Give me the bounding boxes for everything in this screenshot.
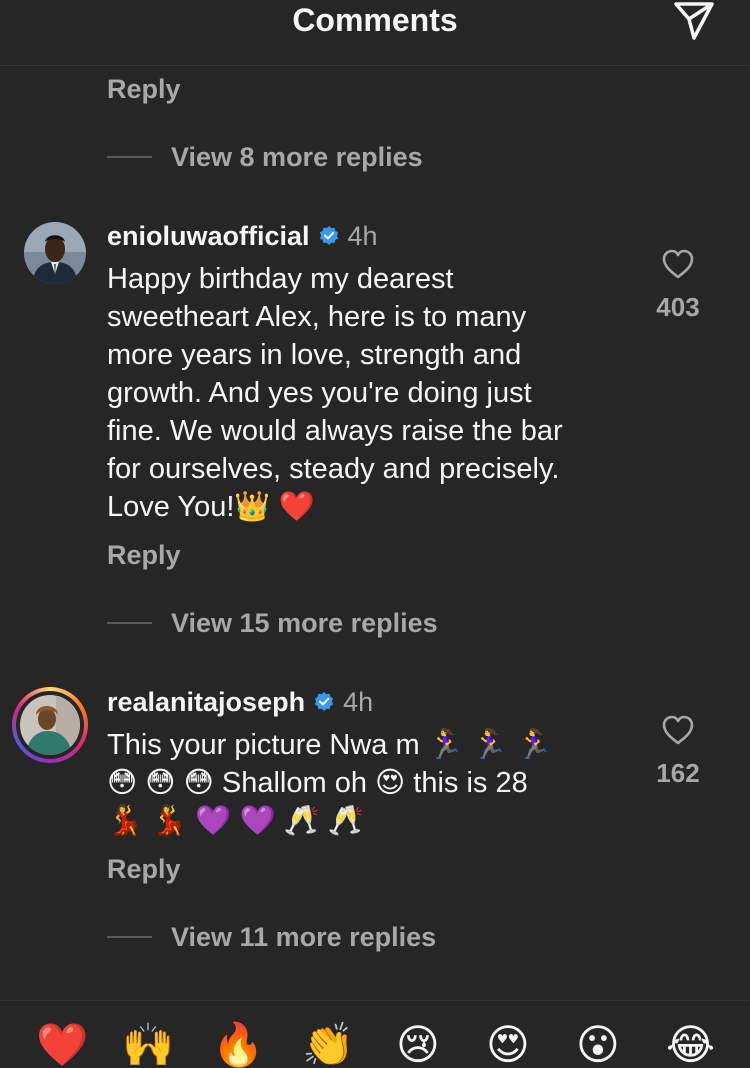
- view-replies-label: View 11 more replies: [171, 921, 437, 952]
- replies-divider: [107, 156, 152, 158]
- comment-text: This your picture Nwa m 🏃‍♀️ 🏃‍♀️ 🏃‍♀️ 😳…: [107, 729, 553, 837]
- comment-time: 4h: [343, 686, 374, 717]
- comment-time: 4h: [347, 220, 378, 251]
- reaction-fire[interactable]: 🔥: [212, 1024, 264, 1066]
- paper-plane-icon[interactable]: [672, 0, 716, 42]
- view-replies-label: View 8 more replies: [171, 141, 423, 172]
- reaction-heart-eyes[interactable]: 😍: [486, 1024, 530, 1066]
- username[interactable]: enioluwaofficial: [107, 221, 310, 252]
- emoji-bar-divider: [0, 1000, 750, 1001]
- view-more-replies[interactable]: View 8 more replies: [107, 140, 423, 174]
- like-count: 162: [656, 758, 700, 788]
- avatar: [20, 695, 80, 755]
- heart-icon[interactable]: [661, 714, 695, 746]
- reaction-clap[interactable]: 👏: [302, 1024, 354, 1066]
- username[interactable]: realanitajoseph: [107, 687, 305, 718]
- reply-button[interactable]: Reply: [107, 854, 181, 885]
- page-title: Comments: [292, 2, 458, 38]
- like-control[interactable]: 162: [628, 714, 728, 789]
- heart-icon[interactable]: [661, 248, 695, 280]
- reaction-raised-hands[interactable]: 🙌: [122, 1024, 174, 1066]
- reaction-surprised[interactable]: 😮: [576, 1024, 620, 1066]
- view-more-replies[interactable]: View 11 more replies: [107, 920, 436, 954]
- reaction-laughing[interactable]: 😂: [666, 1024, 715, 1066]
- comment-header: enioluwaofficial 4h: [107, 219, 378, 253]
- replies-divider: [107, 622, 152, 624]
- view-replies-label: View 15 more replies: [171, 607, 438, 638]
- avatar[interactable]: [24, 222, 86, 284]
- verified-badge-icon: [319, 225, 338, 245]
- reaction-heart[interactable]: ❤️: [36, 1024, 88, 1066]
- replies-divider: [107, 936, 152, 938]
- profile-photo: [24, 222, 86, 284]
- reply-button[interactable]: Reply: [107, 74, 181, 105]
- reaction-crying[interactable]: 😢: [396, 1024, 440, 1066]
- reply-button[interactable]: Reply: [107, 540, 181, 571]
- quick-reaction-bar: ❤️ 🙌 🔥 👏 😢 😍 😮 😂: [0, 1024, 750, 1066]
- view-more-replies[interactable]: View 15 more replies: [107, 606, 438, 640]
- avatar-story-ring[interactable]: [12, 687, 88, 763]
- like-count: 403: [656, 292, 700, 322]
- comments-header: Comments: [0, 0, 750, 66]
- like-control[interactable]: 403: [628, 248, 728, 323]
- verified-badge-icon: [314, 691, 334, 711]
- comment-header: realanitajoseph 4h: [107, 685, 373, 719]
- profile-photo: [20, 695, 80, 755]
- comment-text: Happy birthday my dearest sweetheart Ale…: [107, 263, 563, 523]
